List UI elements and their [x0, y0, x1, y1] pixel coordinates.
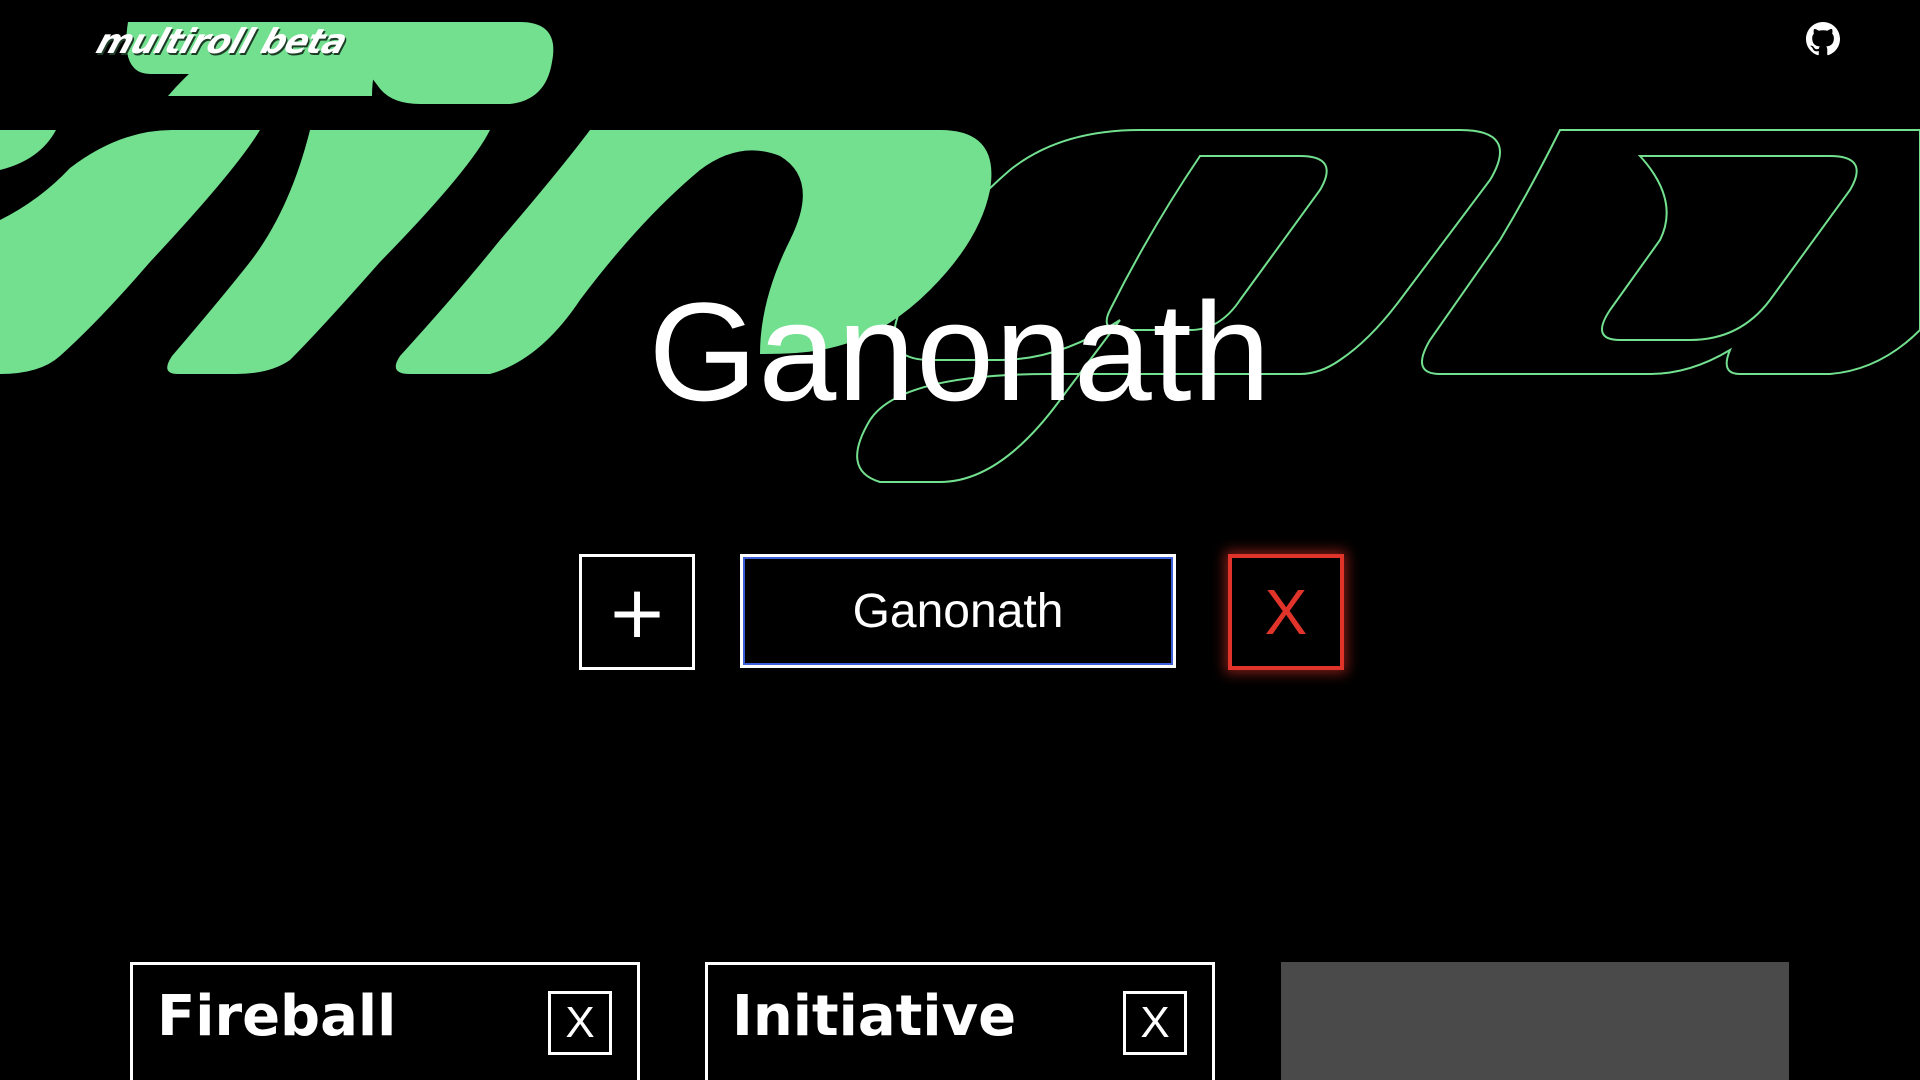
github-icon[interactable] — [1806, 22, 1840, 56]
github-icon-glyph — [1806, 22, 1840, 56]
add-character-button[interactable]: + — [579, 554, 695, 670]
page: multiroll beta Ganonath + X Fireball X I… — [0, 0, 1920, 1080]
delete-character-button[interactable]: X — [1228, 554, 1344, 670]
roll-card-initiative[interactable]: Initiative X — [705, 962, 1215, 1080]
roll-card-fireball[interactable]: Fireball X — [130, 962, 640, 1080]
page-title: Ganonath — [648, 273, 1272, 430]
remove-roll-button[interactable]: X — [1123, 991, 1187, 1055]
character-controls: + X — [579, 554, 1344, 670]
roll-cards: Fireball X Initiative X — [130, 962, 1790, 1080]
new-roll-card-placeholder[interactable] — [1281, 962, 1789, 1080]
character-name-input[interactable] — [740, 554, 1176, 668]
app-logo[interactable]: multiroll beta — [92, 22, 352, 62]
background-lettering-graphic — [0, 22, 1920, 483]
roll-card-title: Fireball — [157, 984, 397, 1049]
roll-card-title: Initiative — [732, 984, 1017, 1049]
remove-roll-button[interactable]: X — [548, 991, 612, 1055]
